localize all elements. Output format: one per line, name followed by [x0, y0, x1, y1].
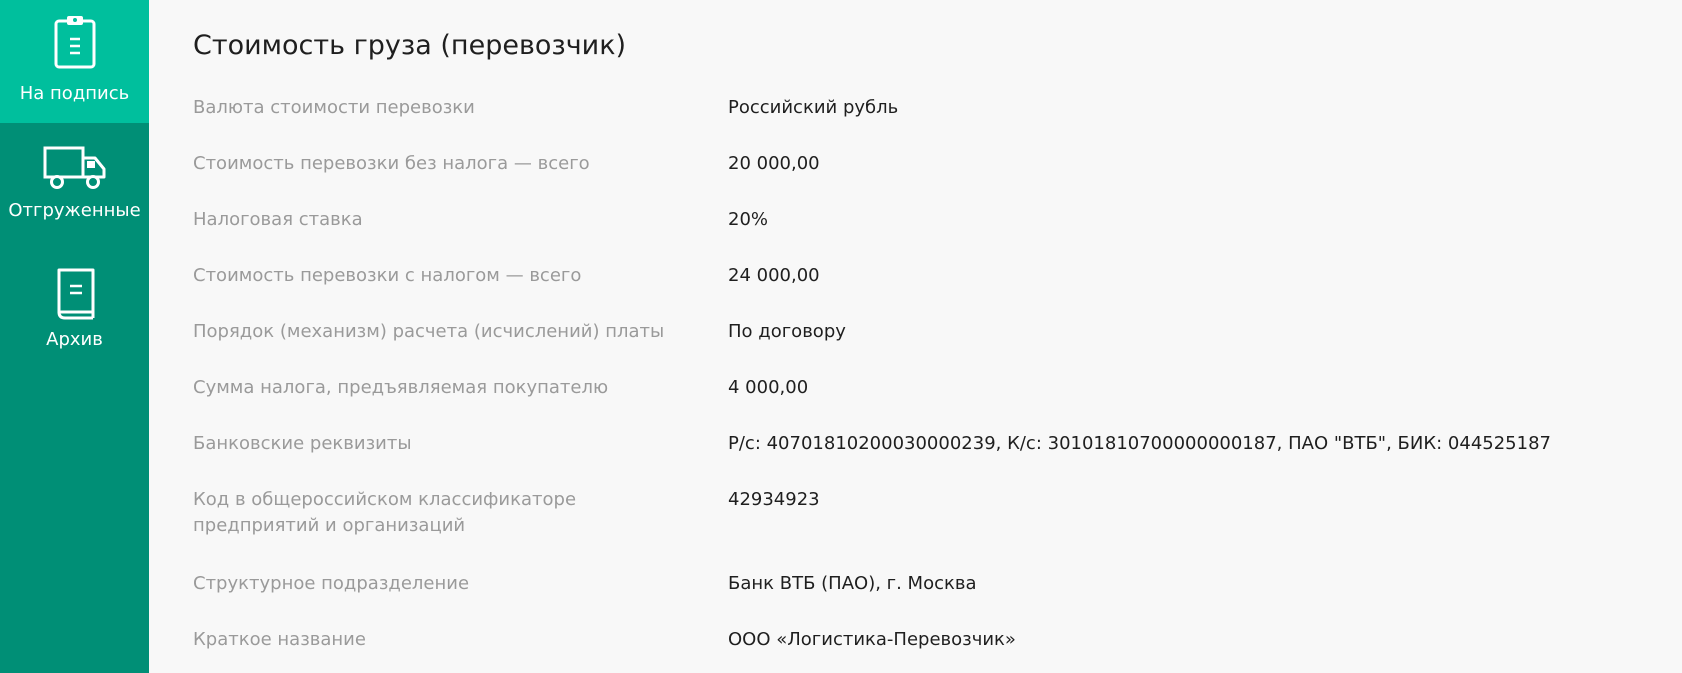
field-value: Р/с: 40701810200030000239, К/с: 30101810…: [728, 433, 1551, 454]
nav-item-shipped[interactable]: Отгруженные: [0, 123, 149, 241]
field-label: Краткое название: [193, 629, 366, 650]
field-value: По договору: [728, 321, 846, 342]
field-label: Стоимость перевозки без налога — всего: [193, 153, 590, 174]
nav-item-archive[interactable]: Архив: [0, 258, 149, 358]
field-label: Порядок (механизм) расчета (исчислений) …: [193, 321, 665, 342]
sidebar: На подпись Отгруженные Архив: [0, 0, 149, 673]
nav-label-shipped: Отгруженные: [8, 200, 141, 221]
field-value: Российский рубль: [728, 97, 899, 118]
main-content: Стоимость груза (перевозчик) Валюта стои…: [193, 0, 1653, 673]
field-value: ООО «Логистика-Перевозчик»: [728, 629, 1016, 650]
field-value: 20%: [728, 209, 769, 230]
field-label: Сумма налога, предъявляемая покупателю: [193, 377, 609, 398]
field-value: 42934923: [728, 489, 820, 510]
field-label: Банковские реквизиты: [193, 433, 412, 454]
field-value: Банк ВТБ (ПАО), г. Москва: [728, 573, 977, 594]
field-value: 24 000,00: [728, 265, 820, 286]
field-label: Стоимость перевозки с налогом — всего: [193, 265, 582, 286]
field-value: 4 000,00: [728, 377, 809, 398]
nav-item-to-sign[interactable]: На подпись: [0, 0, 149, 123]
field-label: Структурное подразделение: [193, 573, 470, 594]
field-value: 20 000,00: [728, 153, 820, 174]
clipboard-icon: [53, 14, 97, 74]
truck-icon: [43, 145, 107, 195]
book-icon: [53, 266, 97, 326]
field-label: Код в общероссийском классификаторе пред…: [193, 489, 577, 536]
page-title: Стоимость груза (перевозчик): [193, 30, 627, 61]
nav-label-to-sign: На подпись: [19, 83, 130, 104]
field-label: Налоговая ставка: [193, 209, 363, 230]
field-label: Валюта стоимости перевозки: [193, 97, 475, 118]
nav-label-archive: Архив: [46, 329, 103, 350]
